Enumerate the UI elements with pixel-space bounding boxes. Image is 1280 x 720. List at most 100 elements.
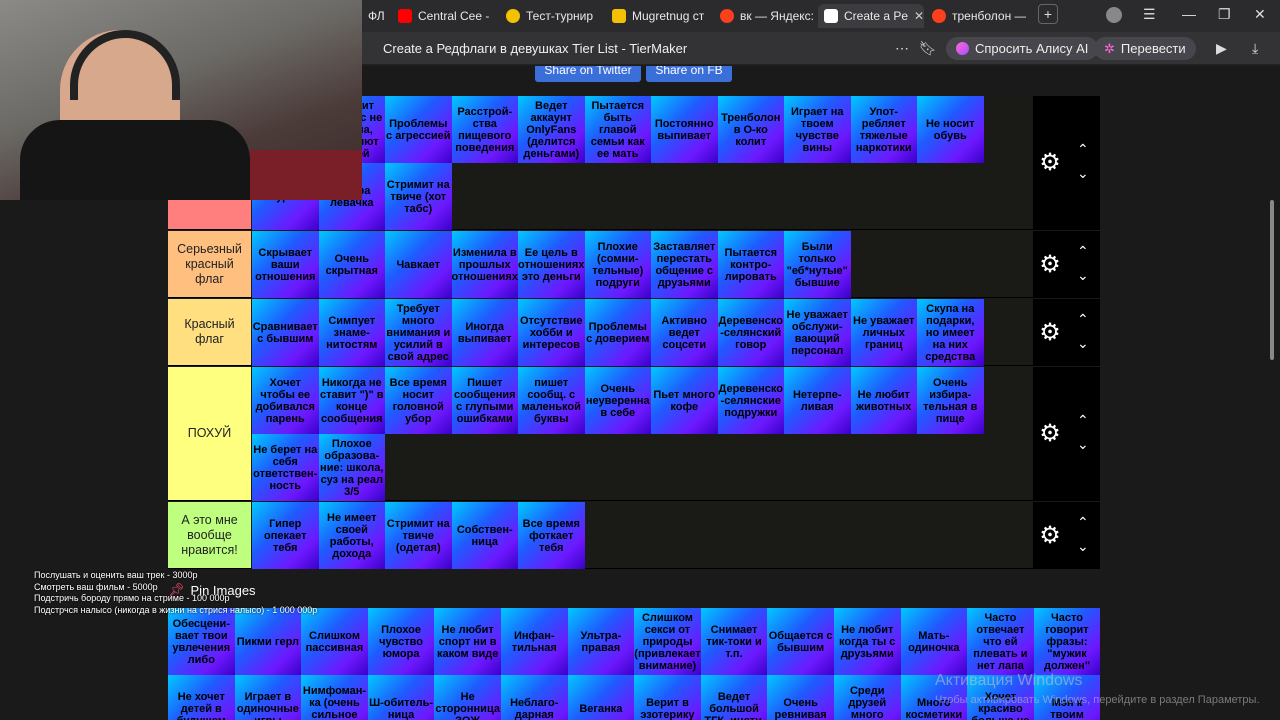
tab-mugretnug[interactable]: Mugretnug ст — [606, 4, 712, 28]
tier-item-card[interactable]: Плохие (сомни-тельные) подруги — [584, 231, 651, 298]
tier-item-card[interactable]: Собствен-ница — [451, 502, 518, 569]
pin-image-card[interactable]: Слишком пассивная — [301, 608, 368, 675]
pin-image-card[interactable]: Плохое чувство юмора — [367, 608, 435, 675]
tab-partial[interactable]: ФЛ — [362, 4, 394, 28]
tier-item-card[interactable]: Пытается контро-лировать — [717, 231, 784, 298]
tier-item-card[interactable]: Проблемы с агрессией — [385, 96, 452, 163]
pin-image-card[interactable]: Не любит когда ты с друзьями — [833, 608, 901, 675]
tier-item-card[interactable]: Пьет много кофе — [651, 367, 718, 434]
move-down-icon[interactable]: ⌄ — [1077, 335, 1089, 352]
pin-image-card[interactable]: Мать-одиночка — [900, 608, 968, 675]
pin-image-card[interactable]: Пикми герл — [234, 608, 302, 675]
pin-image-card[interactable]: Среди друзей много парней — [833, 675, 901, 720]
menu-icon[interactable]: ☰ — [1143, 6, 1156, 23]
tier-item-card[interactable]: Проблемы с доверием — [584, 299, 651, 366]
tier-item-card[interactable]: Упот-ребляет тяжелые наркотики — [850, 96, 917, 163]
bookmark-add-icon[interactable]: 🔖︎ — [919, 40, 937, 57]
pin-image-card[interactable]: Снимает тик-токи и т.п. — [700, 608, 768, 675]
tab-trenbolone[interactable]: тренболон — — [926, 4, 1026, 28]
tier-item-card[interactable]: Очень избира-тельная в пище — [917, 367, 984, 434]
profile-avatar[interactable] — [1106, 7, 1122, 23]
close-tab-icon[interactable]: ✕ — [914, 9, 924, 23]
tier-item-card[interactable]: Пишет сообщения с глупыми ошибками — [451, 367, 518, 434]
tier-item-card[interactable]: Изменила в прошлых отношениях — [451, 231, 518, 298]
tier-item-card[interactable]: Требует много внимания и усилий в свой а… — [385, 299, 452, 366]
pin-image-card[interactable]: Часто отвечает что ей плевать и нет лапа — [967, 608, 1034, 675]
tier-item-card[interactable]: Играет на твоем чувстве вины — [784, 96, 851, 163]
media-icon[interactable]: ▶ — [1216, 40, 1227, 57]
tier-item-card[interactable]: Ее цель в отношениях это деньги — [518, 231, 585, 298]
pin-image-card[interactable]: Обесцени-вает твои увлечения либо — [168, 608, 235, 675]
tier-item-card[interactable]: Никогда не ставит ")" в конце сообщения — [318, 367, 385, 434]
tier-item-card[interactable]: Деревенско -селянские подружки — [717, 367, 784, 434]
tier-item-card[interactable]: Постоянно выпивает — [651, 96, 718, 163]
tier-item-card[interactable]: Не любит животных — [850, 367, 917, 434]
tier-item-card[interactable]: Заставляет перестать общение с друзьями — [651, 231, 718, 298]
tier-item-card[interactable]: Очень неуверенна в себе — [584, 367, 651, 434]
tier-item-card[interactable]: Все время носит головной убор — [385, 367, 452, 434]
pin-image-card[interactable]: Часто говорит фразы: "мужик должен" — [1033, 608, 1101, 675]
tier-item-card[interactable]: Были только "еб*нутые" бывшие — [784, 231, 851, 298]
pin-image-card[interactable]: Не любит спорт ни в каком виде — [434, 608, 501, 675]
tier-item-card[interactable]: Нетерпе-ливая — [784, 367, 851, 434]
tier-item-card[interactable]: Не имеет своей работы, дохода — [318, 502, 385, 569]
more-icon[interactable]: ⋯ — [895, 40, 909, 57]
tier-label[interactable]: ПОХУЙ — [168, 367, 251, 500]
translate-button[interactable]: ✲ Перевести — [1094, 37, 1196, 60]
gear-icon[interactable]: ⚙ — [1037, 251, 1063, 278]
move-up-icon[interactable]: ⌃ — [1077, 141, 1089, 158]
pin-image-card[interactable]: Ш-обитель-ница — [367, 675, 435, 720]
tier-item-card[interactable]: Отсутствие хобби и интересов — [518, 299, 585, 366]
tier-item-card[interactable]: Не уважает обслужи-вающий персонал — [784, 299, 851, 366]
scrollbar[interactable] — [1268, 66, 1276, 720]
tier-item-card[interactable]: Пытается быть главой семьи как ее мать — [584, 96, 651, 163]
gear-icon[interactable]: ⚙ — [1037, 319, 1063, 346]
tier-item-card[interactable]: Расстрой-ства пищевого поведения — [451, 96, 518, 163]
move-down-icon[interactable]: ⌄ — [1077, 538, 1089, 555]
gear-icon[interactable]: ⚙ — [1037, 150, 1063, 176]
tier-item-card[interactable]: Не носит обувь — [917, 96, 984, 163]
tier-item-card[interactable]: Очень скрытная — [318, 231, 385, 298]
pin-image-card[interactable]: Нимфоман-ка (очень сильное либидо) — [301, 675, 368, 720]
pin-image-card[interactable]: Ведет большой ТГК, инсту, — [700, 675, 768, 720]
minimize-icon[interactable]: — — [1182, 6, 1196, 22]
pin-image-card[interactable]: Верит в эзотерику — [634, 675, 701, 720]
move-up-icon[interactable]: ⌃ — [1077, 243, 1089, 260]
tier-item-card[interactable]: Не уважает личных границ — [850, 299, 917, 366]
tier-item-card[interactable]: Деревенско -селянский говор — [717, 299, 784, 366]
tab-youtube[interactable]: Central Cee - — [392, 4, 498, 28]
tab-yandex-vk[interactable]: вк — Яндекс: — [714, 4, 818, 28]
tier-item-card[interactable]: пишет сообщ. с маленькой буквы — [518, 367, 585, 434]
tier-label[interactable]: Серьезный красный флаг — [168, 231, 251, 297]
move-up-icon[interactable]: ⌃ — [1077, 311, 1089, 328]
download-icon[interactable]: ⤓ — [1252, 40, 1258, 57]
pin-image-card[interactable]: Общается с бывшим — [767, 608, 834, 675]
page-title[interactable]: Create a Редфлаги в девушках Tier List -… — [383, 41, 687, 56]
pin-image-card[interactable]: Играет в одиночные игры — [234, 675, 302, 720]
tier-item-card[interactable]: Плохое образова-ние: школа, суз на реал … — [318, 434, 385, 501]
move-down-icon[interactable]: ⌄ — [1077, 267, 1089, 284]
restore-icon[interactable]: ❐ — [1218, 6, 1231, 23]
tier-item-card[interactable]: Стримит на твиче (хот табс) — [385, 163, 452, 230]
tier-label[interactable]: А это мне вообще нравится! — [168, 502, 251, 568]
tier-item-card[interactable]: Ведет аккаунт OnlyFans (делится деньгами… — [518, 96, 585, 163]
pin-image-card[interactable]: Ультра-правая — [567, 608, 635, 675]
tier-item-card[interactable]: Сравнивает с бывшим — [252, 299, 319, 366]
share-twitter-button[interactable]: Share on Twitter — [535, 66, 641, 82]
tier-item-card[interactable]: Активно ведет соцсети — [651, 299, 718, 366]
tab-tournament[interactable]: Тест-турнир — [500, 4, 604, 28]
pin-image-card[interactable]: Неблаго-дарная — [500, 675, 568, 720]
move-down-icon[interactable]: ⌄ — [1077, 436, 1089, 453]
tier-item-card[interactable]: Симпует знаме-нитостям — [318, 299, 385, 366]
ask-alice-button[interactable]: Спросить Алису AI — [946, 37, 1099, 60]
move-up-icon[interactable]: ⌃ — [1077, 514, 1089, 531]
move-down-icon[interactable]: ⌄ — [1077, 165, 1089, 182]
share-fb-button[interactable]: Share on FB — [646, 66, 732, 82]
tier-item-card[interactable]: Все время фоткает тебя — [518, 502, 585, 569]
move-up-icon[interactable]: ⌃ — [1077, 412, 1089, 429]
new-tab-button[interactable]: + — [1038, 4, 1058, 24]
tier-item-card[interactable]: Иногда выпивает — [451, 299, 518, 366]
tier-item-card[interactable]: Не берет на себя ответствен-ность — [252, 434, 319, 501]
pin-image-card[interactable]: Слишком секси от природы (привлекает вни… — [634, 608, 701, 675]
tier-item-card[interactable]: Тренболон в О-ко колит — [717, 96, 784, 163]
